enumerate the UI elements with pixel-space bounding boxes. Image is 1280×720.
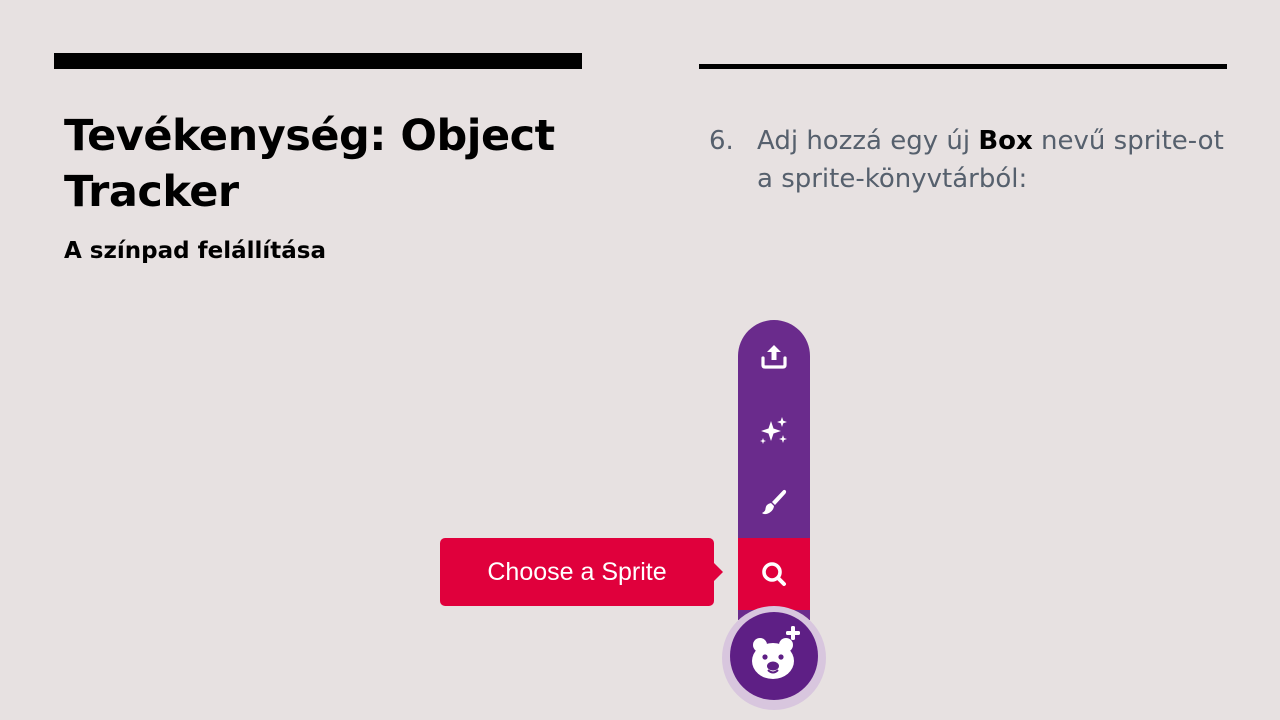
add-sprite-button[interactable]	[730, 612, 818, 700]
paint-brush-icon	[762, 489, 787, 515]
choose-sprite-tooltip: Choose a Sprite	[440, 538, 723, 606]
bear-plus-icon	[752, 626, 800, 679]
slide-title: Tevékenység: Object Tracker	[64, 111, 555, 217]
step-highlight: Box	[978, 126, 1033, 156]
right-header-rule	[699, 64, 1227, 69]
surprise-sparkles-icon	[760, 417, 787, 444]
sprite-menu	[738, 320, 810, 620]
left-header-rule	[54, 53, 582, 69]
upload-sprite-button[interactable]	[738, 320, 810, 392]
surprise-sprite-button[interactable]	[738, 394, 810, 466]
slide-subtitle: A színpad felállítása	[64, 238, 326, 264]
instruction-step: 6. Adj hozzá egy új Box nevű sprite-ot a…	[709, 122, 1249, 198]
step-text: Adj hozzá egy új Box nevű sprite-ot a sp…	[757, 122, 1237, 198]
upload-icon	[761, 345, 787, 369]
choose-sprite-search-button[interactable]	[738, 538, 810, 610]
paint-sprite-button[interactable]	[738, 466, 810, 538]
search-icon	[762, 562, 786, 586]
step-text-before: Adj hozzá egy új	[757, 126, 979, 156]
step-number: 6.	[709, 126, 734, 156]
